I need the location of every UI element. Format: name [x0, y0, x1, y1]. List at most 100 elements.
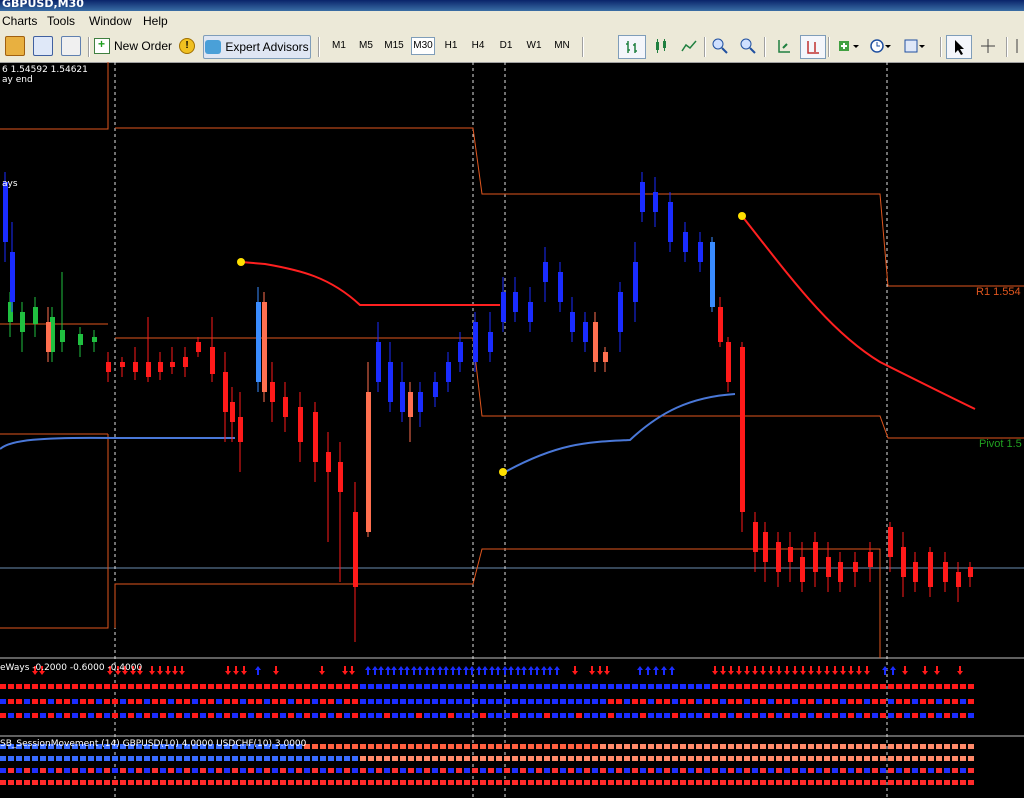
indicator-cell	[408, 699, 414, 704]
chart-window[interactable]: 6 1.54592 1.54621 ay end ays R1 1.554 Pi…	[0, 62, 1024, 798]
session-cell	[496, 780, 502, 785]
vertical-line-icon[interactable]	[1010, 35, 1024, 57]
chart-shift-icon[interactable]	[800, 35, 826, 59]
indicator-cell	[856, 713, 862, 718]
indicator-cell	[744, 684, 750, 689]
session-cell	[872, 780, 878, 785]
periods-icon[interactable]	[866, 35, 896, 57]
session-cell	[336, 768, 342, 773]
timeframe-h1[interactable]: H1	[440, 40, 462, 51]
candlestick-icon[interactable]	[648, 35, 674, 57]
timeframe-mn[interactable]: MN	[551, 40, 573, 51]
session-cell	[784, 768, 790, 773]
line-chart-icon[interactable]	[676, 35, 702, 57]
indicator-cell	[688, 699, 694, 704]
session-cell	[656, 756, 662, 761]
new-order-button[interactable]: + New Order	[94, 35, 172, 57]
down-arrow	[864, 666, 870, 675]
session-cell	[72, 756, 78, 761]
session-cell	[864, 744, 870, 749]
indicator-cell	[464, 684, 470, 689]
session-cell	[464, 780, 470, 785]
session-cell	[528, 768, 534, 773]
zoom-in-icon[interactable]	[708, 35, 732, 57]
indicator-cell	[448, 713, 454, 718]
candle-body	[120, 362, 125, 367]
moving-average-line	[0, 436, 235, 450]
indicator-cell	[528, 699, 534, 704]
session-cell	[560, 768, 566, 773]
session-cell	[336, 756, 342, 761]
session-cell	[912, 780, 918, 785]
session-cell	[376, 768, 382, 773]
indicator-cell	[880, 713, 886, 718]
session-cell	[72, 768, 78, 773]
templates-icon[interactable]	[900, 35, 930, 57]
session-cell	[96, 768, 102, 773]
indicator-cell	[528, 684, 534, 689]
up-arrow	[437, 666, 443, 675]
session-cell	[192, 780, 198, 785]
menu-tools[interactable]: Tools	[47, 14, 75, 28]
profiles-icon[interactable]	[4, 35, 26, 57]
up-arrow	[424, 666, 430, 675]
menu-charts[interactable]: Charts	[2, 14, 37, 28]
indicator-cell	[528, 713, 534, 718]
timeframe-d1[interactable]: D1	[495, 40, 517, 51]
down-arrow	[934, 666, 940, 675]
session-cell	[784, 756, 790, 761]
down-arrow	[149, 666, 155, 675]
session-cell	[344, 744, 350, 749]
zoom-out-icon[interactable]	[736, 35, 760, 57]
timeframe-m1[interactable]: M1	[328, 40, 350, 51]
session-cell	[696, 780, 702, 785]
indicator-cell	[72, 713, 78, 718]
session-cell	[840, 780, 846, 785]
candle-body	[158, 362, 163, 372]
alert-icon[interactable]: !	[176, 35, 198, 57]
session-cell	[80, 780, 86, 785]
indicator-cell	[208, 684, 214, 689]
menu-help[interactable]: Help	[143, 14, 168, 28]
candle-body	[210, 347, 215, 374]
down-arrow	[712, 666, 718, 675]
session-cell	[16, 756, 22, 761]
market-watch-icon[interactable]	[32, 35, 54, 57]
up-arrow	[645, 666, 651, 675]
timeframe-w1[interactable]: W1	[523, 40, 545, 51]
session-cell	[896, 768, 902, 773]
session-cell	[40, 780, 46, 785]
indicator-cell	[896, 684, 902, 689]
indicators-icon[interactable]	[834, 35, 864, 57]
session-cell	[640, 780, 646, 785]
session-cell	[400, 756, 406, 761]
timeframe-m5[interactable]: M5	[355, 40, 377, 51]
cursor-icon[interactable]	[946, 35, 972, 59]
indicator-cell	[288, 684, 294, 689]
candle-body	[46, 322, 51, 352]
expert-advisors-button[interactable]: Expert Advisors	[203, 35, 311, 59]
session-cell	[32, 768, 38, 773]
indicator-cell	[720, 713, 726, 718]
session-cell	[128, 756, 134, 761]
timeframe-h4[interactable]: H4	[467, 40, 489, 51]
candle-body	[763, 532, 768, 562]
session-cell	[528, 744, 534, 749]
session-cell	[480, 780, 486, 785]
session-cell	[376, 744, 382, 749]
menu-window[interactable]: Window	[89, 14, 132, 28]
bar-chart-icon[interactable]	[618, 35, 646, 59]
indicator-cell	[744, 699, 750, 704]
crosshair-icon[interactable]	[976, 35, 1000, 57]
timeframe-m30[interactable]: M30	[411, 37, 435, 55]
candle-body	[853, 562, 858, 572]
session-cell	[848, 780, 854, 785]
auto-scroll-icon[interactable]	[772, 35, 796, 57]
session-cell	[448, 768, 454, 773]
data-window-icon[interactable]	[60, 35, 82, 57]
session-cell	[408, 756, 414, 761]
session-cell	[552, 756, 558, 761]
timeframe-m15[interactable]: M15	[383, 40, 405, 51]
candle-body	[20, 312, 25, 332]
session-cell	[312, 744, 318, 749]
